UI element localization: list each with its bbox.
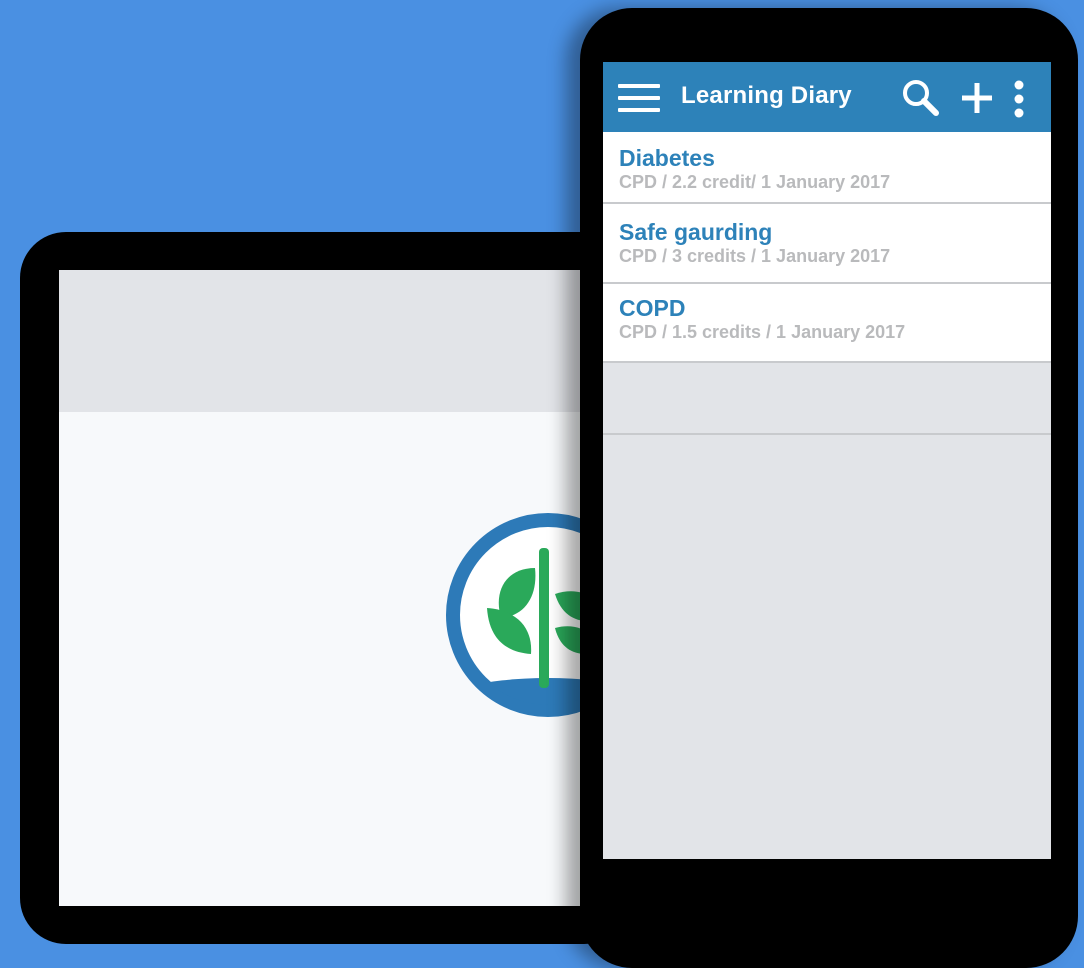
more-vert-icon[interactable] bbox=[1009, 80, 1029, 118]
search-icon[interactable] bbox=[901, 78, 941, 118]
phone-screen: Learning Diary Diabetes CPD / 2.2 credit… bbox=[603, 62, 1051, 859]
list-item[interactable]: Diabetes CPD / 2.2 credit/ 1 January 201… bbox=[603, 132, 1051, 204]
add-icon[interactable] bbox=[961, 82, 993, 114]
app-bar: Learning Diary bbox=[603, 62, 1051, 132]
entry-meta: CPD / 2.2 credit/ 1 January 2017 bbox=[619, 172, 891, 192]
entry-title: Safe gaurding bbox=[619, 219, 773, 245]
menu-icon[interactable] bbox=[618, 82, 660, 114]
tablet-top-bar bbox=[59, 270, 630, 412]
list-item[interactable]: Safe gaurding CPD / 3 credits / 1 Januar… bbox=[603, 204, 1051, 284]
entry-title: COPD bbox=[619, 295, 686, 321]
entry-title: Diabetes bbox=[619, 145, 715, 171]
entry-meta: CPD / 3 credits / 1 January 2017 bbox=[619, 246, 891, 266]
diary-list: Diabetes CPD / 2.2 credit/ 1 January 201… bbox=[603, 132, 1051, 363]
list-divider bbox=[603, 433, 1051, 435]
tablet-device bbox=[20, 232, 630, 944]
phone-device: Learning Diary Diabetes CPD / 2.2 credit… bbox=[580, 8, 1078, 968]
app-title: Learning Diary bbox=[681, 82, 852, 109]
list-item[interactable]: COPD CPD / 1.5 credits / 1 January 2017 bbox=[603, 284, 1051, 363]
tablet-screen bbox=[59, 270, 630, 906]
entry-meta: CPD / 1.5 credits / 1 January 2017 bbox=[619, 322, 906, 342]
